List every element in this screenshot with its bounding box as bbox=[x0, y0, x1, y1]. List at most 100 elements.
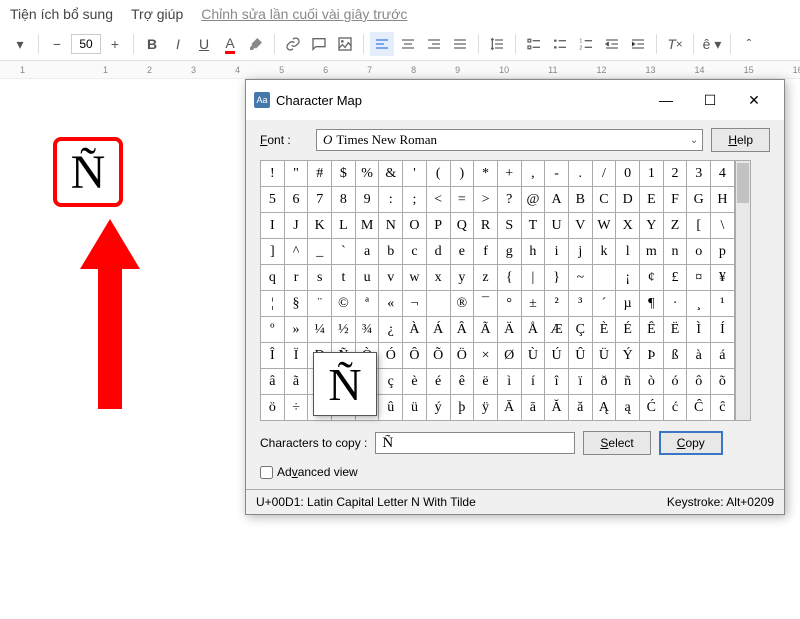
bold-button[interactable]: B bbox=[140, 32, 164, 56]
char-cell[interactable]: ā bbox=[522, 395, 546, 421]
char-cell[interactable]: ° bbox=[498, 291, 522, 317]
char-cell[interactable]: ñ bbox=[616, 369, 640, 395]
char-cell[interactable]: ¿ bbox=[379, 317, 403, 343]
char-cell[interactable]: " bbox=[285, 161, 309, 187]
char-cell[interactable]: l bbox=[616, 239, 640, 265]
char-cell[interactable]: À bbox=[403, 317, 427, 343]
char-cell[interactable]: w bbox=[403, 265, 427, 291]
char-cell[interactable]: 4 bbox=[711, 161, 735, 187]
char-cell[interactable]: Î bbox=[261, 343, 285, 369]
char-cell[interactable]: ô bbox=[687, 369, 711, 395]
char-cell[interactable]: Ö bbox=[451, 343, 475, 369]
char-cell[interactable]: « bbox=[379, 291, 403, 317]
char-cell[interactable]: \ bbox=[711, 213, 735, 239]
char-cell[interactable]: ¢ bbox=[640, 265, 664, 291]
char-cell[interactable]: z bbox=[474, 265, 498, 291]
char-cell[interactable]: 5 bbox=[261, 187, 285, 213]
align-center-button[interactable] bbox=[396, 32, 420, 56]
char-cell[interactable]: I bbox=[261, 213, 285, 239]
char-cell[interactable]: Z bbox=[664, 213, 688, 239]
char-cell[interactable]: W bbox=[593, 213, 617, 239]
char-cell[interactable]: o bbox=[687, 239, 711, 265]
char-cell[interactable]: ć bbox=[664, 395, 688, 421]
scrollbar[interactable] bbox=[735, 160, 751, 421]
char-cell[interactable]: É bbox=[616, 317, 640, 343]
char-cell[interactable]: u bbox=[356, 265, 380, 291]
char-cell[interactable]: ¸ bbox=[687, 291, 711, 317]
char-cell[interactable]: X bbox=[616, 213, 640, 239]
char-cell[interactable]: M bbox=[356, 213, 380, 239]
char-cell[interactable]: Ø bbox=[498, 343, 522, 369]
indent-increase-button[interactable] bbox=[626, 32, 650, 56]
char-cell[interactable]: ¯ bbox=[474, 291, 498, 317]
align-left-button[interactable] bbox=[370, 32, 394, 56]
style-dropdown[interactable]: ▾ bbox=[8, 32, 32, 56]
char-cell[interactable]: Ý bbox=[616, 343, 640, 369]
char-cell[interactable]: Ā bbox=[498, 395, 522, 421]
char-cell[interactable]: - bbox=[545, 161, 569, 187]
char-cell[interactable]: b bbox=[379, 239, 403, 265]
char-cell[interactable]: â bbox=[261, 369, 285, 395]
char-cell[interactable]: > bbox=[474, 187, 498, 213]
link-button[interactable] bbox=[281, 32, 305, 56]
char-cell[interactable]: U bbox=[545, 213, 569, 239]
char-cell[interactable]: Ë bbox=[664, 317, 688, 343]
char-cell[interactable]: & bbox=[379, 161, 403, 187]
char-cell[interactable]: 0 bbox=[616, 161, 640, 187]
char-cell[interactable]: A bbox=[545, 187, 569, 213]
char-cell[interactable]: µ bbox=[616, 291, 640, 317]
char-cell[interactable]: | bbox=[522, 265, 546, 291]
char-cell[interactable]: / bbox=[593, 161, 617, 187]
checklist-button[interactable] bbox=[522, 32, 546, 56]
char-cell[interactable]: K bbox=[308, 213, 332, 239]
char-cell[interactable]: @ bbox=[522, 187, 546, 213]
indent-decrease-button[interactable] bbox=[600, 32, 624, 56]
char-cell[interactable]: ; bbox=[403, 187, 427, 213]
char-cell[interactable]: e bbox=[451, 239, 475, 265]
char-cell[interactable]: © bbox=[332, 291, 356, 317]
char-cell[interactable]: $ bbox=[332, 161, 356, 187]
char-cell[interactable]: ý bbox=[427, 395, 451, 421]
char-cell[interactable]: Ĉ bbox=[687, 395, 711, 421]
char-cell[interactable]: k bbox=[593, 239, 617, 265]
char-cell[interactable]: ] bbox=[261, 239, 285, 265]
char-cell[interactable]: m bbox=[640, 239, 664, 265]
char-cell[interactable]: Æ bbox=[545, 317, 569, 343]
char-cell[interactable]: Ù bbox=[522, 343, 546, 369]
char-cell[interactable]: Ü bbox=[593, 343, 617, 369]
char-cell[interactable]: N bbox=[379, 213, 403, 239]
align-right-button[interactable] bbox=[422, 32, 446, 56]
comment-button[interactable] bbox=[307, 32, 331, 56]
char-cell[interactable]: G bbox=[687, 187, 711, 213]
char-cell[interactable]: ò bbox=[640, 369, 664, 395]
char-cell[interactable]: { bbox=[498, 265, 522, 291]
char-cell[interactable]: ¬ bbox=[403, 291, 427, 317]
line-spacing-button[interactable] bbox=[485, 32, 509, 56]
char-cell[interactable]: Y bbox=[640, 213, 664, 239]
char-cell[interactable]: F bbox=[664, 187, 688, 213]
menu-help[interactable]: Trợ giúp bbox=[131, 6, 183, 22]
char-cell[interactable]: = bbox=[451, 187, 475, 213]
char-cell[interactable]: Ú bbox=[545, 343, 569, 369]
char-cell[interactable]: E bbox=[640, 187, 664, 213]
char-cell[interactable]: ç bbox=[379, 369, 403, 395]
char-cell[interactable]: î bbox=[545, 369, 569, 395]
char-cell[interactable]: s bbox=[308, 265, 332, 291]
char-cell[interactable]: à bbox=[687, 343, 711, 369]
menu-addons[interactable]: Tiện ích bổ sung bbox=[10, 6, 113, 22]
char-cell[interactable]: h bbox=[522, 239, 546, 265]
char-cell[interactable]: q bbox=[261, 265, 285, 291]
char-cell[interactable]: ` bbox=[332, 239, 356, 265]
char-cell[interactable]: Ç bbox=[569, 317, 593, 343]
char-cell[interactable]: Å bbox=[522, 317, 546, 343]
char-cell[interactable]: C bbox=[593, 187, 617, 213]
char-cell[interactable]: ë bbox=[474, 369, 498, 395]
char-cell[interactable]: ¥ bbox=[711, 265, 735, 291]
char-cell[interactable]: V bbox=[569, 213, 593, 239]
char-cell[interactable]: ½ bbox=[332, 317, 356, 343]
char-cell[interactable]: + bbox=[498, 161, 522, 187]
char-cell[interactable]: ± bbox=[522, 291, 546, 317]
char-cell[interactable]: ï bbox=[569, 369, 593, 395]
char-cell[interactable]: g bbox=[498, 239, 522, 265]
char-cell[interactable]: ª bbox=[356, 291, 380, 317]
